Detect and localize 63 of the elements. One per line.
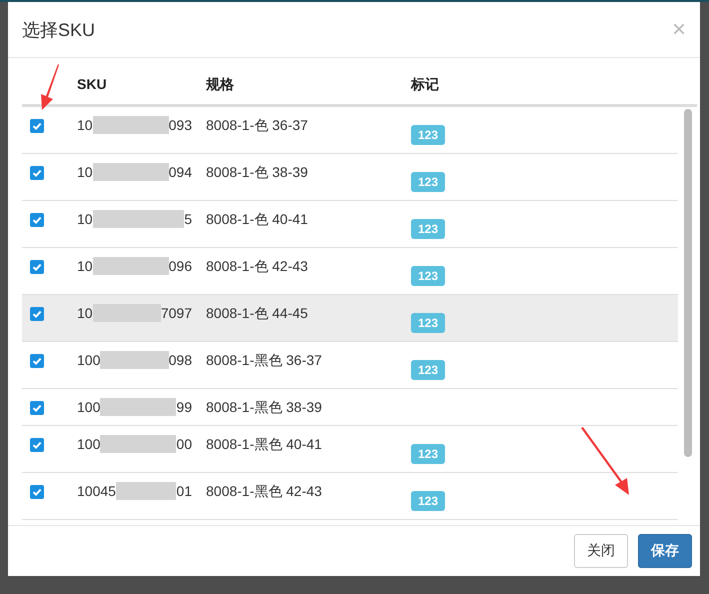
tag-label: 123: [411, 219, 446, 239]
column-header: 规格: [206, 75, 235, 94]
tag-label: 123: [411, 125, 446, 145]
sku-text: 093: [168, 116, 192, 135]
table-row[interactable]: 10 094 8008-1-色 38-39 123: [22, 154, 678, 201]
table-row[interactable]: 100 00 8008-1-黑色 40-41 123: [22, 426, 678, 473]
sku-text: 10045: [77, 482, 116, 501]
sku-text: 10: [77, 163, 93, 182]
sku-text: 094: [168, 163, 192, 182]
scrollbar-thumb[interactable]: [684, 109, 692, 457]
checkbox[interactable]: [30, 438, 44, 452]
tag-label: 123: [411, 491, 446, 511]
checkbox[interactable]: [30, 354, 44, 368]
sku-text: 100: [77, 435, 100, 454]
checkbox[interactable]: [30, 119, 44, 133]
spec-text: 8008-1-色 40-41: [206, 210, 309, 229]
column-header: SKU: [77, 75, 108, 94]
sku-text: 10: [77, 257, 93, 276]
sku-text: 10: [77, 210, 93, 229]
spec-text: 8008-1-黑色 40-41: [206, 435, 323, 454]
spec-text: 8008-1-黑色 36-37: [206, 351, 323, 370]
tag-label: 123: [411, 360, 446, 380]
annotation-arrow: [580, 427, 632, 497]
dialog-title: 选择SKU: [22, 18, 96, 42]
sku-text: 10: [77, 304, 93, 323]
tag-label: 123: [411, 266, 446, 286]
spec-text: 8008-1-色 42-43: [206, 257, 309, 276]
close-dialog-button[interactable]: 关闭: [574, 534, 628, 568]
sku-text: 098: [168, 351, 192, 370]
table-row[interactable]: 10045 01 8008-1-黑色 42-43 123: [22, 473, 678, 520]
table-row[interactable]: 10 7097 8008-1-色 44-45 123: [22, 295, 678, 342]
tag-label: 123: [411, 172, 446, 192]
spec-text: 8008-1-黑色 38-39: [206, 398, 323, 417]
table-row[interactable]: 100 098 8008-1-黑色 36-37 123: [22, 342, 678, 389]
tag-label: 123: [411, 444, 446, 464]
sku-text: 100: [77, 398, 100, 417]
redaction-mark: [92, 304, 161, 322]
checkbox[interactable]: [30, 166, 44, 180]
sku-text: 100: [77, 351, 100, 370]
table-row[interactable]: 10 5 8008-1-色 40-41 123: [22, 201, 678, 248]
redaction-mark: [100, 351, 169, 369]
table-row[interactable]: 10 093 8008-1-色 36-37 123: [22, 107, 678, 154]
sku-text: 10: [77, 116, 93, 135]
checkbox[interactable]: [30, 401, 44, 415]
redaction-mark: [116, 482, 176, 500]
sku-text: 01: [176, 482, 192, 501]
spec-text: 8008-1-色 38-39: [206, 163, 309, 182]
sku-text: 5: [184, 210, 192, 229]
spec-text: 8008-1-色 44-45: [206, 304, 309, 323]
sku-text: 00: [176, 435, 192, 454]
tag-label: 123: [411, 313, 446, 333]
spec-text: 8008-1-色 36-37: [206, 116, 309, 135]
checkbox[interactable]: [30, 485, 44, 499]
sku-text: 7097: [160, 304, 192, 323]
checkbox[interactable]: [30, 260, 44, 274]
sku-text: 99: [176, 398, 192, 417]
checkbox[interactable]: [30, 213, 44, 227]
checkbox[interactable]: [30, 307, 44, 321]
save-button[interactable]: 保存: [638, 534, 692, 568]
spec-text: 8008-1-黑色 42-43: [206, 482, 323, 501]
table-row[interactable]: 100 99 8008-1-黑色 38-39: [22, 389, 678, 426]
sku-text: 096: [168, 257, 192, 276]
column-header: 标记: [411, 75, 440, 94]
